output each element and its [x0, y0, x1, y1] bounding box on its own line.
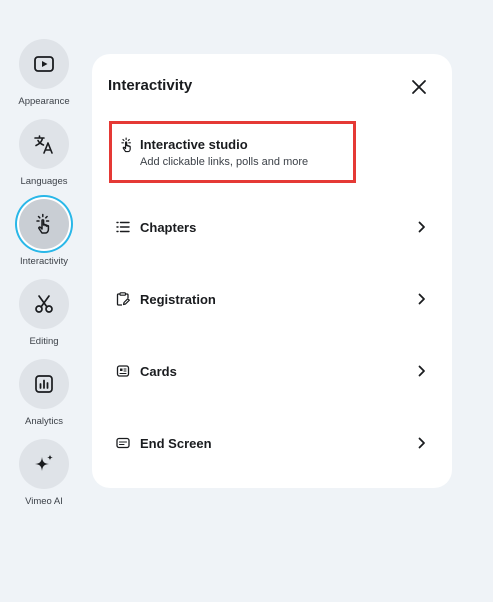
chevron-right-icon: [418, 365, 426, 377]
end-screen-label: End Screen: [140, 436, 212, 451]
chevron-right-icon: [418, 437, 426, 449]
sidebar-item-interactivity[interactable]: Interactivity: [0, 199, 88, 267]
sidebar-rail: Appearance Languages Interactivity Editi…: [0, 0, 88, 602]
sidebar-item-analytics-button[interactable]: [19, 359, 69, 409]
sidebar-item-vimeo-ai-button[interactable]: [19, 439, 69, 489]
chevron-right-icon: [418, 293, 426, 305]
scissors-icon: [33, 293, 55, 315]
registration-row[interactable]: Registration: [116, 286, 426, 314]
cards-label: Cards: [140, 364, 177, 379]
pointer-click-icon: [119, 137, 135, 153]
pointer-click-icon: [33, 213, 55, 235]
sidebar-item-appearance-button[interactable]: [19, 39, 69, 89]
end-screen-row[interactable]: End Screen: [116, 430, 426, 458]
chapters-row[interactable]: Chapters: [116, 214, 426, 242]
sidebar-item-vimeo-ai[interactable]: Vimeo AI: [0, 439, 88, 507]
interactivity-panel: Interactivity Interactive studio Add cli…: [92, 54, 452, 488]
interactive-studio-subtitle: Add clickable links, polls and more: [140, 156, 309, 168]
close-icon: [411, 79, 427, 95]
sparkle-icon: [33, 453, 55, 475]
list-icon: [116, 220, 130, 234]
sidebar-item-label: Languages: [20, 176, 68, 187]
card-icon: [116, 364, 130, 378]
sidebar-item-editing-button[interactable]: [19, 279, 69, 329]
chapters-label: Chapters: [140, 220, 197, 235]
close-button[interactable]: [408, 76, 430, 98]
cards-row[interactable]: Cards: [116, 358, 426, 386]
sidebar-item-interactivity-button[interactable]: [19, 199, 69, 249]
interactive-studio-title: Interactive studio: [140, 137, 248, 152]
end-screen-icon: [116, 436, 130, 450]
sidebar-item-languages[interactable]: Languages: [0, 119, 88, 187]
sidebar-item-editing[interactable]: Editing: [0, 279, 88, 347]
sidebar-item-label: Vimeo AI: [25, 496, 63, 507]
clipboard-edit-icon: [116, 292, 130, 306]
sidebar-item-appearance[interactable]: Appearance: [0, 39, 88, 107]
sidebar-item-label: Editing: [29, 336, 59, 347]
panel-title: Interactivity: [108, 77, 193, 94]
sidebar-item-analytics[interactable]: Analytics: [0, 359, 88, 427]
sidebar-item-languages-button[interactable]: [19, 119, 69, 169]
chevron-right-icon: [418, 221, 426, 233]
sidebar-item-label: Analytics: [24, 416, 63, 427]
play-square-icon: [33, 53, 55, 75]
sidebar-item-label: Appearance: [18, 96, 70, 107]
sidebar-item-label: Interactivity: [19, 256, 69, 267]
translate-icon: [33, 133, 55, 155]
interactive-studio-option[interactable]: Interactive studio Add clickable links, …: [109, 121, 356, 183]
registration-label: Registration: [140, 292, 216, 307]
analytics-chart-icon: [33, 373, 55, 395]
